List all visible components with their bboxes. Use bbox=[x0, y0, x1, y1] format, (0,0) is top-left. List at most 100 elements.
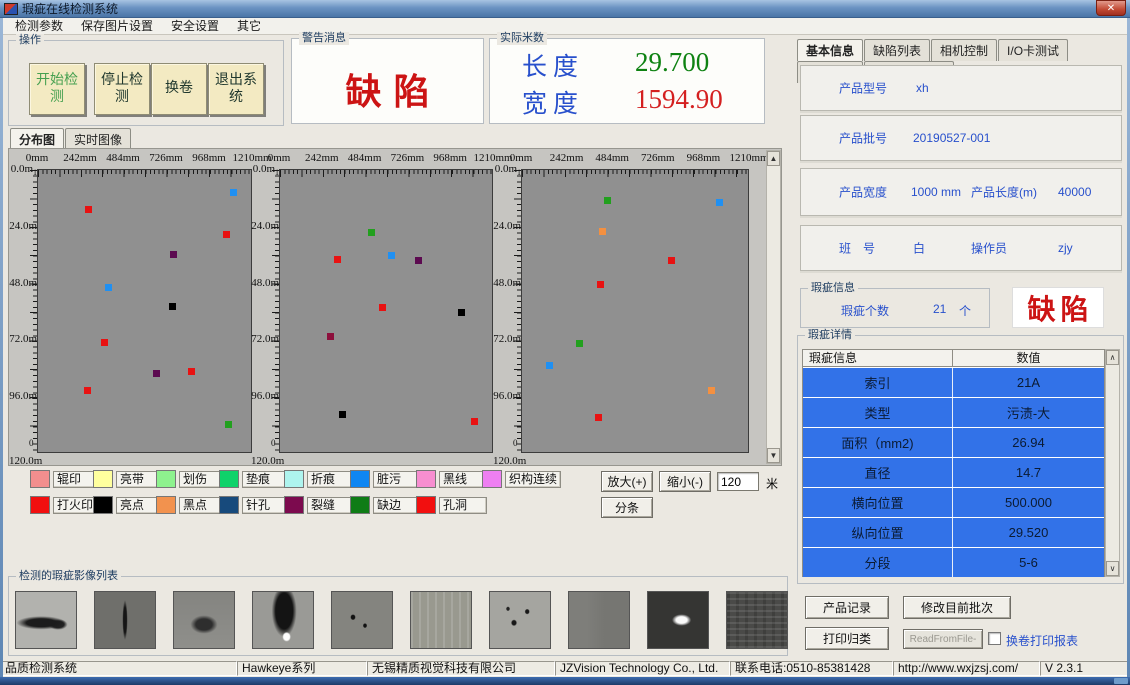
tab-right-2[interactable]: 相机控制 bbox=[931, 39, 997, 61]
menu-item-1[interactable]: 保存图片设置 bbox=[72, 18, 162, 35]
defect-point[interactable] bbox=[230, 189, 237, 196]
defect-point[interactable] bbox=[339, 411, 346, 418]
defect-thumbnail-5[interactable] bbox=[331, 591, 393, 649]
table-row-5[interactable]: 纵向位置29.520 bbox=[803, 518, 1104, 547]
defect-point[interactable] bbox=[153, 370, 160, 377]
scatter-plot-1[interactable]: 0 bbox=[37, 169, 252, 453]
legend-label-垫痕[interactable]: 垫痕 bbox=[242, 471, 290, 488]
plot-ticks-left-major bbox=[514, 170, 521, 452]
scroll-up-icon[interactable]: ∧ bbox=[1106, 350, 1119, 365]
defect-thumbnail-9[interactable] bbox=[647, 591, 709, 649]
tab-right-3[interactable]: I/O卡测试 bbox=[998, 39, 1068, 61]
plot-scrollbar[interactable]: ▲▼ bbox=[766, 150, 781, 464]
defect-point[interactable] bbox=[327, 333, 334, 340]
legend-label-折痕[interactable]: 折痕 bbox=[307, 471, 355, 488]
scroll-down-icon[interactable]: ∨ bbox=[1106, 561, 1119, 576]
legend-label-织构连续[interactable]: 织构连续 bbox=[505, 471, 561, 488]
defect-thumbnail-8[interactable] bbox=[568, 591, 630, 649]
table-scrollbar[interactable]: ∧ ∨ bbox=[1105, 349, 1120, 577]
defect-point[interactable] bbox=[223, 231, 230, 238]
defect-point[interactable] bbox=[368, 229, 375, 236]
tab-right-0[interactable]: 基本信息 bbox=[797, 39, 863, 61]
defect-point[interactable] bbox=[170, 251, 177, 258]
defect-point[interactable] bbox=[101, 339, 108, 346]
legend-label-裂缝[interactable]: 裂缝 bbox=[307, 497, 355, 514]
window-title: 瑕疵在线检测系统 bbox=[22, 0, 118, 18]
defect-thumbnail-6[interactable] bbox=[410, 591, 472, 649]
tab-right-1[interactable]: 缺陷列表 bbox=[864, 39, 930, 61]
zoom-in-button[interactable]: 放大(+) bbox=[601, 471, 653, 492]
scatter-plot-3[interactable]: 0 bbox=[521, 169, 749, 453]
table-row-2[interactable]: 面积（mm2)26.94 bbox=[803, 428, 1104, 457]
defect-thumbnail-7[interactable] bbox=[489, 591, 551, 649]
defect-point[interactable] bbox=[388, 252, 395, 259]
scatter-plot-2[interactable]: 0 bbox=[279, 169, 493, 453]
defect-point[interactable] bbox=[169, 303, 176, 310]
product-record-button[interactable]: 产品记录 bbox=[805, 596, 889, 619]
menu-item-3[interactable]: 其它 bbox=[228, 18, 270, 35]
warning-group-title: 警告消息 bbox=[299, 32, 349, 45]
table-row-1[interactable]: 类型污渍-大 bbox=[803, 398, 1104, 427]
op-button-1[interactable]: 停止检测 bbox=[94, 63, 150, 115]
defect-point[interactable] bbox=[599, 228, 606, 235]
defect-point[interactable] bbox=[595, 414, 602, 421]
defect-thumbnail-10[interactable] bbox=[726, 591, 788, 649]
tab-left-1[interactable]: 实时图像 bbox=[65, 128, 131, 150]
print-classify-button[interactable]: 打印归类 bbox=[805, 627, 889, 650]
legend-label-针孔[interactable]: 针孔 bbox=[242, 497, 290, 514]
table-cell-label: 面积（mm2) bbox=[803, 428, 953, 457]
defect-point[interactable] bbox=[334, 256, 341, 263]
defect-point[interactable] bbox=[597, 281, 604, 288]
print-report-checkbox[interactable] bbox=[988, 632, 1001, 645]
menu-item-2[interactable]: 安全设置 bbox=[162, 18, 228, 35]
op-button-0[interactable]: 开始检测 bbox=[29, 63, 85, 115]
legend-label-缺边[interactable]: 缺边 bbox=[373, 497, 421, 514]
op-button-2[interactable]: 换卷 bbox=[151, 63, 207, 115]
read-from-file-button[interactable]: ReadFromFile-SIM bbox=[903, 629, 983, 649]
modify-batch-button[interactable]: 修改目前批次 bbox=[903, 596, 1011, 619]
table-row-6[interactable]: 分段5-6 bbox=[803, 548, 1104, 577]
defect-point[interactable] bbox=[415, 257, 422, 264]
legend-label-脏污[interactable]: 脏污 bbox=[373, 471, 421, 488]
scroll-up-icon[interactable]: ▲ bbox=[767, 151, 780, 166]
defect-point[interactable] bbox=[471, 418, 478, 425]
legend-label-孔洞[interactable]: 孔洞 bbox=[439, 497, 487, 514]
defect-thumbnail-2[interactable] bbox=[94, 591, 156, 649]
defect-alarm: 缺陷 bbox=[1012, 287, 1104, 328]
defect-point[interactable] bbox=[188, 368, 195, 375]
defect-thumbnail-4[interactable] bbox=[252, 591, 314, 649]
title-bar[interactable]: 瑕疵在线检测系统 ✕ bbox=[0, 0, 1130, 18]
defect-thumbnail-1[interactable] bbox=[15, 591, 77, 649]
scroll-down-icon[interactable]: ▼ bbox=[767, 448, 780, 463]
op-button-3[interactable]: 退出系统 bbox=[208, 63, 264, 115]
table-row-0[interactable]: 索引21A bbox=[803, 368, 1104, 397]
defect-point[interactable] bbox=[225, 421, 232, 428]
defect-point[interactable] bbox=[604, 197, 611, 204]
defect-point[interactable] bbox=[85, 206, 92, 213]
table-cell-value: 500.000 bbox=[953, 488, 1104, 517]
defect-point[interactable] bbox=[716, 199, 723, 206]
split-button[interactable]: 分条 bbox=[601, 497, 653, 518]
zoom-out-button[interactable]: 缩小(-) bbox=[659, 471, 711, 492]
legend-label-黑线[interactable]: 黑线 bbox=[439, 471, 487, 488]
table-row-3[interactable]: 直径14.7 bbox=[803, 458, 1104, 487]
defect-point[interactable] bbox=[708, 387, 715, 394]
x-tick-label: 484mm bbox=[595, 152, 629, 164]
defect-point[interactable] bbox=[84, 387, 91, 394]
defect-point[interactable] bbox=[379, 304, 386, 311]
product-length-label: 产品长度(m) bbox=[971, 184, 1037, 201]
axis-zero-mark: 0 bbox=[271, 438, 276, 448]
defect-point[interactable] bbox=[105, 284, 112, 291]
defect-point[interactable] bbox=[576, 340, 583, 347]
defect-point[interactable] bbox=[458, 309, 465, 316]
menu-item-0[interactable]: 检测参数 bbox=[6, 18, 72, 35]
meter-value-0: 29.700 bbox=[635, 47, 709, 78]
length-scale-input[interactable] bbox=[717, 472, 759, 491]
table-row-4[interactable]: 横向位置500.000 bbox=[803, 488, 1104, 517]
close-button[interactable]: ✕ bbox=[1096, 0, 1126, 16]
defect-point[interactable] bbox=[668, 257, 675, 264]
legend-swatch-缺边 bbox=[350, 496, 370, 514]
defect-thumbnail-3[interactable] bbox=[173, 591, 235, 649]
defect-point[interactable] bbox=[546, 362, 553, 369]
tab-left-0[interactable]: 分布图 bbox=[10, 128, 64, 150]
